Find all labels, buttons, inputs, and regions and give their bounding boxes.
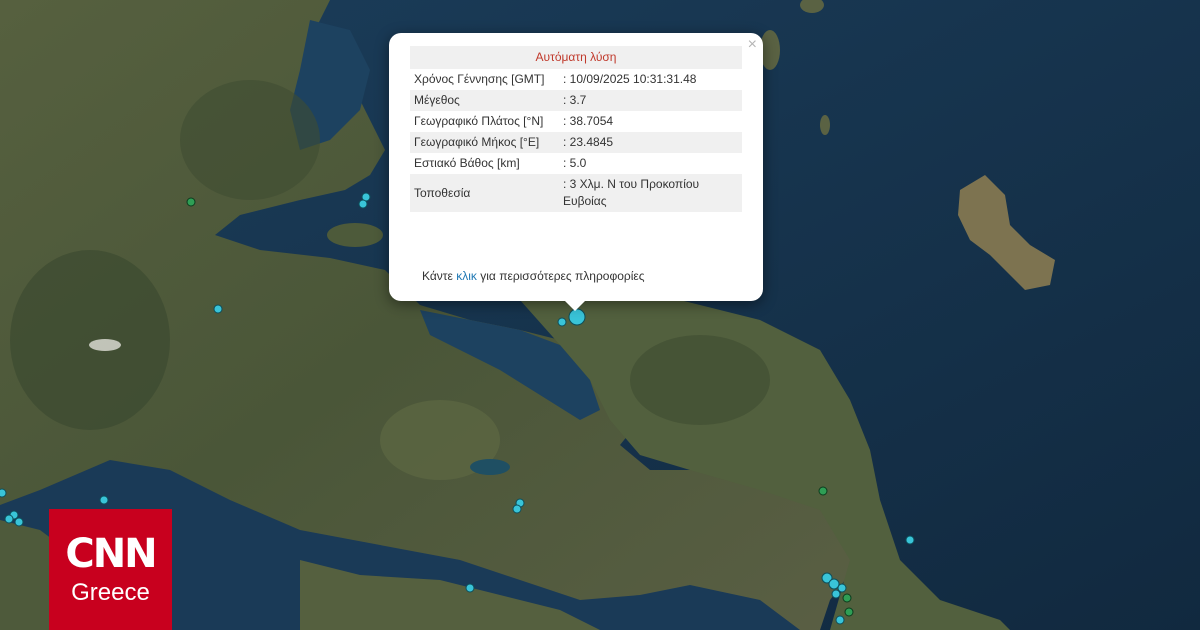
more-info-prefix: Κάντε <box>422 269 453 283</box>
earthquake-marker[interactable] <box>828 578 840 590</box>
earthquake-marker[interactable] <box>358 199 368 209</box>
earthquake-marker[interactable] <box>14 517 24 527</box>
more-info-suffix: για περισσότερες πληροφορίες <box>480 269 645 283</box>
earthquake-marker-selected[interactable] <box>568 308 586 326</box>
detail-label: Γεωγραφικό Μήκος [°E] <box>410 132 559 153</box>
detail-label: Μέγεθος <box>410 90 559 111</box>
snow-peak <box>89 339 121 351</box>
earthquake-details-table: Αυτόματη λύση Χρόνος Γέννησης [GMT] : 10… <box>410 46 742 212</box>
earthquake-marker[interactable] <box>213 304 223 314</box>
detail-label: Γεωγραφικό Πλάτος [°N] <box>414 114 544 128</box>
detail-value: : 5.0 <box>563 156 587 170</box>
island <box>760 30 780 70</box>
terrain-patch <box>630 335 770 425</box>
earthquake-marker[interactable] <box>0 488 7 498</box>
earthquake-marker[interactable] <box>4 514 14 524</box>
detail-value: : 23.4845 <box>559 132 742 153</box>
detail-value: : 3.7 <box>559 90 742 111</box>
detail-label: Χρόνος Γέννησης [GMT] <box>414 72 545 86</box>
detail-value: : 3 Χλμ. Ν του Προκοπίου Ευβοίας <box>559 174 742 212</box>
detail-row: Γεωγραφικό Πλάτος [°N] : 38.7054 <box>410 111 742 132</box>
earthquake-marker[interactable] <box>844 607 854 617</box>
earthquake-marker[interactable] <box>99 495 109 505</box>
detail-label: Τοποθεσία <box>410 174 559 212</box>
close-icon[interactable]: × <box>748 36 757 54</box>
detail-row: Γεωγραφικό Μήκος [°E] : 23.4845 <box>410 132 742 153</box>
detail-label: Εστιακό Βάθος [km] <box>414 156 520 170</box>
earthquake-marker[interactable] <box>842 593 852 603</box>
earthquake-info-popup: × Αυτόματη λύση Χρόνος Γέννησης [GMT] : … <box>389 33 763 311</box>
cnn-greece-logo: CNN Greece <box>49 509 172 630</box>
earthquake-marker[interactable] <box>465 583 475 593</box>
earthquake-marker[interactable] <box>905 535 915 545</box>
earthquake-marker[interactable] <box>186 197 196 207</box>
detail-row: Μέγεθος : 3.7 <box>410 90 742 111</box>
lake <box>470 459 510 475</box>
earthquake-marker[interactable] <box>512 504 522 514</box>
detail-value: : 10/09/2025 10:31:31.48 <box>563 72 697 86</box>
more-info-link[interactable]: κλικ <box>456 269 477 283</box>
detail-value: : 38.7054 <box>563 114 614 128</box>
earthquake-marker[interactable] <box>837 583 847 593</box>
earthquake-marker[interactable] <box>818 486 828 496</box>
more-info-text: Κάντε κλικ για περισσότερες πληροφορίες <box>422 269 645 283</box>
island <box>820 115 830 135</box>
detail-row: Εστιακό Βάθος [km] : 5.0 <box>410 153 742 174</box>
earthquake-marker[interactable] <box>835 615 845 625</box>
logo-brand: CNN <box>65 531 157 577</box>
earthquake-marker[interactable] <box>831 589 841 599</box>
terrain-patch <box>10 250 170 430</box>
logo-region: Greece <box>71 579 150 606</box>
island <box>327 223 383 247</box>
terrain-patch <box>180 80 320 200</box>
earthquake-marker[interactable] <box>557 317 567 327</box>
detail-row: Χρόνος Γέννησης [GMT] : 10/09/2025 10:31… <box>410 69 742 90</box>
detail-row: Τοποθεσία : 3 Χλμ. Ν του Προκοπίου Ευβοί… <box>410 174 742 212</box>
popup-title: Αυτόματη λύση <box>410 46 742 69</box>
